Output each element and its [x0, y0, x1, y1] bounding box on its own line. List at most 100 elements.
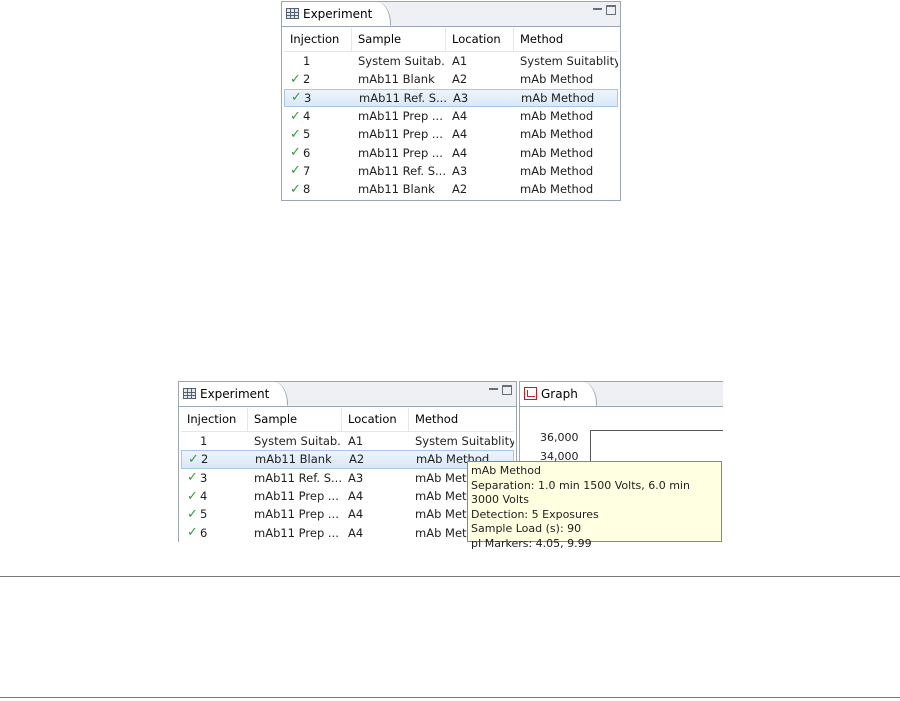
maximize-icon[interactable] — [606, 5, 616, 15]
checkmark-icon: ✓ — [187, 488, 198, 504]
tooltip-title: mAb Method — [471, 464, 541, 477]
cell-injection: ✓ 5 — [284, 127, 352, 142]
tab-graph[interactable]: Graph — [520, 382, 597, 406]
cell-method: System Suitablity — [520, 54, 618, 69]
checkmark-icon: ✓ — [188, 451, 199, 467]
tooltip-sample-load: Sample Load (s): 90 — [471, 522, 582, 536]
cell-injection: ✓ 4 — [181, 489, 248, 504]
graph-icon — [524, 387, 537, 400]
cell-location: A4 — [452, 109, 468, 124]
cell-location: A3 — [452, 163, 468, 178]
cell-method: mAb Method — [520, 127, 594, 142]
cell-injection: ✓ 8 — [284, 182, 352, 197]
column-header-sample[interactable]: Sample — [352, 28, 446, 51]
column-header-injection[interactable]: Injection — [284, 28, 352, 51]
injection-number: 8 — [303, 182, 311, 197]
cell-location: A4 — [348, 507, 364, 522]
tab-label: Graph — [541, 386, 578, 401]
cell-sample: mAb11 Prep ... — [358, 109, 443, 124]
tab-experiment[interactable]: Experiment — [179, 382, 289, 406]
injection-number: 2 — [303, 72, 311, 87]
cell-injection: ✓1 — [181, 434, 248, 449]
cell-sample: mAb11 Prep ... — [358, 145, 443, 160]
cell-sample: System Suitab... — [254, 434, 342, 449]
table-row[interactable]: ✓ 4 mAb11 Prep ... A4 mAb Method — [284, 107, 618, 125]
table-row[interactable]: ✓ 5 mAb11 Prep ... A4 mAb Method — [284, 125, 618, 143]
minimize-icon[interactable] — [489, 385, 498, 394]
cell-location: A4 — [452, 127, 468, 142]
column-header-location[interactable]: Location — [446, 28, 514, 51]
column-header-location[interactable]: Location — [342, 408, 409, 431]
cell-location: A2 — [452, 72, 468, 87]
minimize-icon[interactable] — [593, 5, 602, 14]
injection-number: 2 — [201, 452, 209, 467]
cell-method: mAb Method — [520, 145, 594, 160]
injection-table: Injection Sample Location Method ✓1 Syste… — [181, 408, 514, 542]
cell-sample: mAb11 Blank — [358, 72, 435, 87]
table-row[interactable]: ✓1 System Suitab... A1 System Suitablity — [181, 432, 514, 450]
table-body: ✓1System Suitab...A1System Suitablity✓2m… — [181, 432, 514, 542]
tab-bar: Experiment — [282, 2, 620, 27]
table-row[interactable]: ✓ 2 mAb11 Blank A2 mAb Method — [284, 70, 618, 88]
column-header-method[interactable]: Method — [409, 408, 514, 431]
column-header-method[interactable]: Method — [514, 28, 618, 51]
checkmark-icon: ✓ — [290, 145, 301, 161]
tab-bar: Experiment — [179, 382, 516, 407]
checkmark-icon: ✓ — [290, 181, 301, 197]
cell-injection: ✓ 2 — [284, 72, 352, 87]
y-tick-label: 36,000 — [540, 431, 579, 444]
table-row[interactable]: ✓1 System Suitab... A1 System Suitablity — [284, 52, 618, 70]
checkmark-icon: ✓ — [291, 90, 302, 106]
method-tooltip: mAb Method Separation: 1.0 min 1500 Volt… — [467, 461, 722, 550]
cell-sample: mAb11 Ref. S... — [359, 90, 447, 105]
table-row[interactable]: ✓ 6 mAb11 Prep ... A4 mAb Meth — [181, 523, 514, 541]
cell-location: A2 — [349, 452, 365, 467]
checkmark-icon: ✓ — [290, 163, 301, 179]
view-controls — [593, 5, 616, 15]
table-header: Injection Sample Location Method — [181, 408, 514, 432]
divider-rule — [0, 697, 900, 698]
table-row[interactable]: ✓ 3 mAb11 Ref. S... A3 mAb Meth — [181, 469, 514, 487]
table-row[interactable]: ✓ 6 mAb11 Prep ... A4 mAb Method — [284, 143, 618, 161]
table-row[interactable]: ✓ 2 mAb11 Blank A2 mAb Method — [181, 450, 514, 469]
table-row[interactable]: ✓ 4 mAb11 Prep ... A4 mAb Meth — [181, 487, 514, 505]
table-row[interactable]: ✓ 7 mAb11 Ref. S... A3 mAb Method — [284, 162, 618, 180]
column-header-sample[interactable]: Sample — [248, 408, 342, 431]
injection-table: Injection Sample Location Method ✓1 Syste… — [284, 28, 618, 198]
divider-rule — [0, 576, 900, 577]
checkmark-icon: ✓ — [187, 470, 198, 486]
table-row[interactable]: ✓ 5 mAb11 Prep ... A4 mAb Meth — [181, 505, 514, 523]
cell-sample: mAb11 Prep ... — [254, 507, 339, 522]
cell-location: A1 — [452, 54, 468, 69]
cell-location: A3 — [348, 470, 364, 485]
cell-location: A4 — [452, 145, 468, 160]
cell-method: mAb Method — [520, 182, 594, 197]
cell-sample: mAb11 Ref. S... — [254, 470, 342, 485]
checkmark-icon: ✓ — [187, 525, 198, 541]
cell-method: mAb Method — [520, 163, 594, 178]
tooltip-pi-markers: pI Markers: 4.05, 9.99 — [471, 536, 592, 550]
tab-experiment[interactable]: Experiment — [282, 2, 392, 26]
injection-number: 6 — [303, 145, 311, 160]
cell-injection: ✓1 — [284, 54, 352, 69]
divider — [282, 26, 620, 27]
cell-sample: System Suitab... — [358, 54, 446, 69]
checkmark-icon: ✓ — [290, 108, 301, 124]
cell-injection: ✓ 5 — [181, 507, 248, 522]
injection-number: 7 — [303, 163, 311, 178]
table-row[interactable]: ✓ 3 mAb11 Ref. S... A3 mAb Method — [284, 88, 618, 107]
cell-method: System Suitablity — [415, 434, 514, 449]
table-row[interactable]: ✓ 8 mAb11 Blank A2 mAb Method — [284, 180, 618, 198]
cell-injection: ✓ 3 — [181, 470, 248, 485]
cell-sample: mAb11 Prep ... — [358, 127, 443, 142]
divider — [520, 406, 723, 407]
checkmark-icon: ✓ — [290, 71, 301, 87]
column-header-injection[interactable]: Injection — [181, 408, 248, 431]
checkmark-icon: ✓ — [187, 506, 198, 522]
cell-sample: mAb11 Ref. S... — [358, 163, 446, 178]
table-body: ✓1System Suitab...A1System Suitablity✓2m… — [284, 52, 618, 198]
injection-number: 3 — [304, 90, 312, 105]
maximize-icon[interactable] — [502, 385, 512, 395]
injection-number: 4 — [200, 489, 208, 504]
cell-method: mAb Method — [521, 90, 595, 105]
